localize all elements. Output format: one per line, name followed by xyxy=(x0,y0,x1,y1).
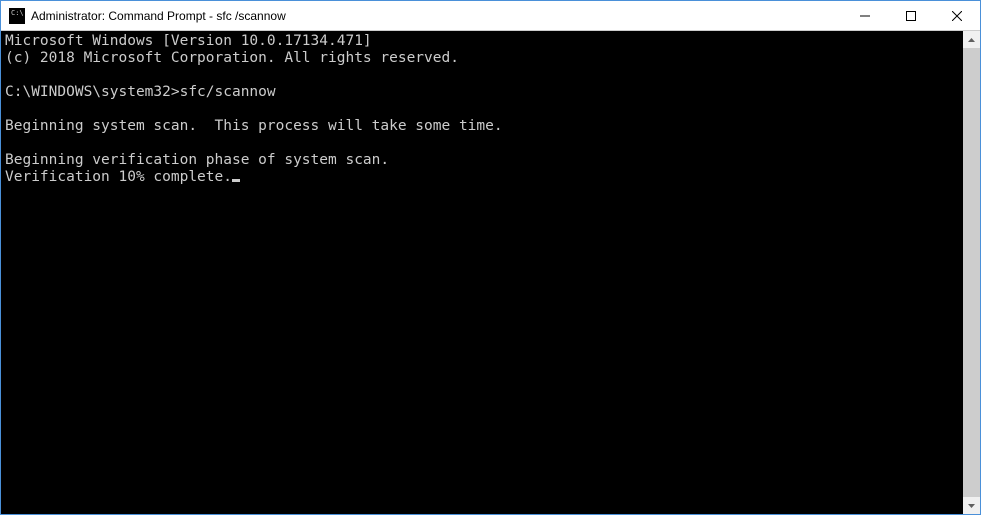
minimize-icon xyxy=(860,11,870,21)
scroll-up-button[interactable] xyxy=(963,31,980,48)
close-icon xyxy=(952,11,962,21)
titlebar[interactable]: Administrator: Command Prompt - sfc /sca… xyxy=(1,1,980,31)
chevron-up-icon xyxy=(968,38,975,42)
window-title: Administrator: Command Prompt - sfc /sca… xyxy=(31,9,842,23)
vertical-scrollbar[interactable] xyxy=(963,31,980,514)
terminal-output[interactable]: Microsoft Windows [Version 10.0.17134.47… xyxy=(1,31,963,514)
maximize-button[interactable] xyxy=(888,1,934,30)
minimize-button[interactable] xyxy=(842,1,888,30)
scroll-track[interactable] xyxy=(963,48,980,497)
chevron-down-icon xyxy=(968,504,975,508)
scroll-down-button[interactable] xyxy=(963,497,980,514)
maximize-icon xyxy=(906,11,916,21)
close-button[interactable] xyxy=(934,1,980,30)
scroll-thumb[interactable] xyxy=(963,48,980,497)
command-prompt-window: Administrator: Command Prompt - sfc /sca… xyxy=(0,0,981,515)
cmd-icon xyxy=(9,8,25,24)
content-area: Microsoft Windows [Version 10.0.17134.47… xyxy=(1,31,980,514)
window-controls xyxy=(842,1,980,30)
cursor xyxy=(232,179,240,182)
